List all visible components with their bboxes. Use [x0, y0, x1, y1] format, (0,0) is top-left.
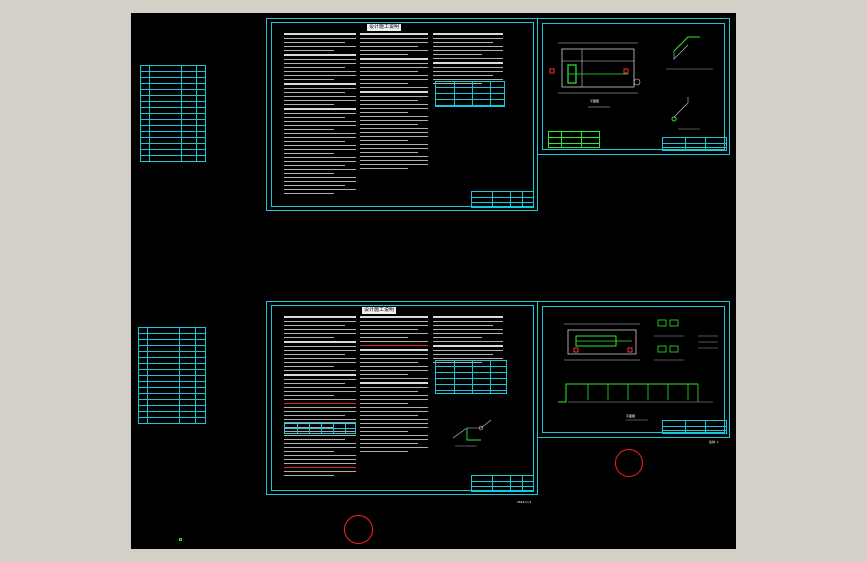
sheet-lower-notes[interactable]: 设计施工说明 [266, 301, 538, 495]
pipe-table-lower [284, 422, 356, 434]
plan-caption-lower: 平面图 [626, 414, 636, 418]
red-circle-marker-icon[interactable] [615, 449, 643, 477]
title-block-lower-notes [471, 475, 534, 492]
sheet-upper-notes[interactable]: 设计施工说明 [266, 18, 538, 211]
plan-drawing-lower [558, 319, 718, 421]
title-block-upper-notes [471, 191, 534, 208]
notes-column-1 [284, 33, 356, 197]
notes-column-2 [360, 33, 428, 172]
red-circle-marker-icon[interactable] [344, 515, 373, 544]
title-block-lower-plan [662, 420, 727, 434]
bottom-date-label: 2024/1/1 [517, 500, 532, 504]
legend-table-upper [548, 131, 600, 148]
sheet-lower-plan[interactable]: 平面图 [537, 301, 730, 438]
drawing-list-header-lower [147, 328, 199, 335]
lower-plan-sheet-number: 给排-1 [709, 440, 719, 444]
notes-column-1-lower [284, 316, 356, 479]
notes-column-2-lower [360, 316, 428, 455]
plan-caption-upper: 平面图 [590, 99, 600, 103]
fixture-table-lower [435, 360, 507, 394]
notes-column-3-lower [433, 316, 503, 366]
title-block-upper-plan [662, 137, 727, 151]
isometric-detail-lower [452, 419, 492, 447]
sheet-title-upper: 设计施工说明 [367, 24, 402, 31]
drawing-list-table-upper [140, 65, 206, 162]
ucs-origin-icon [179, 538, 182, 541]
notes-column-3 [433, 33, 503, 87]
sheet-upper-plan[interactable]: 平面图 [537, 18, 730, 155]
fixture-table-upper [435, 81, 505, 107]
drawing-list-header-upper [149, 66, 199, 73]
sheet-title-lower: 设计施工说明 [362, 307, 397, 314]
cad-viewport[interactable]: 设计施工说明 平面图 设计施工说明 平面图 给排-1 2024/1/1 [131, 13, 736, 549]
drawing-list-table-lower [138, 327, 206, 424]
